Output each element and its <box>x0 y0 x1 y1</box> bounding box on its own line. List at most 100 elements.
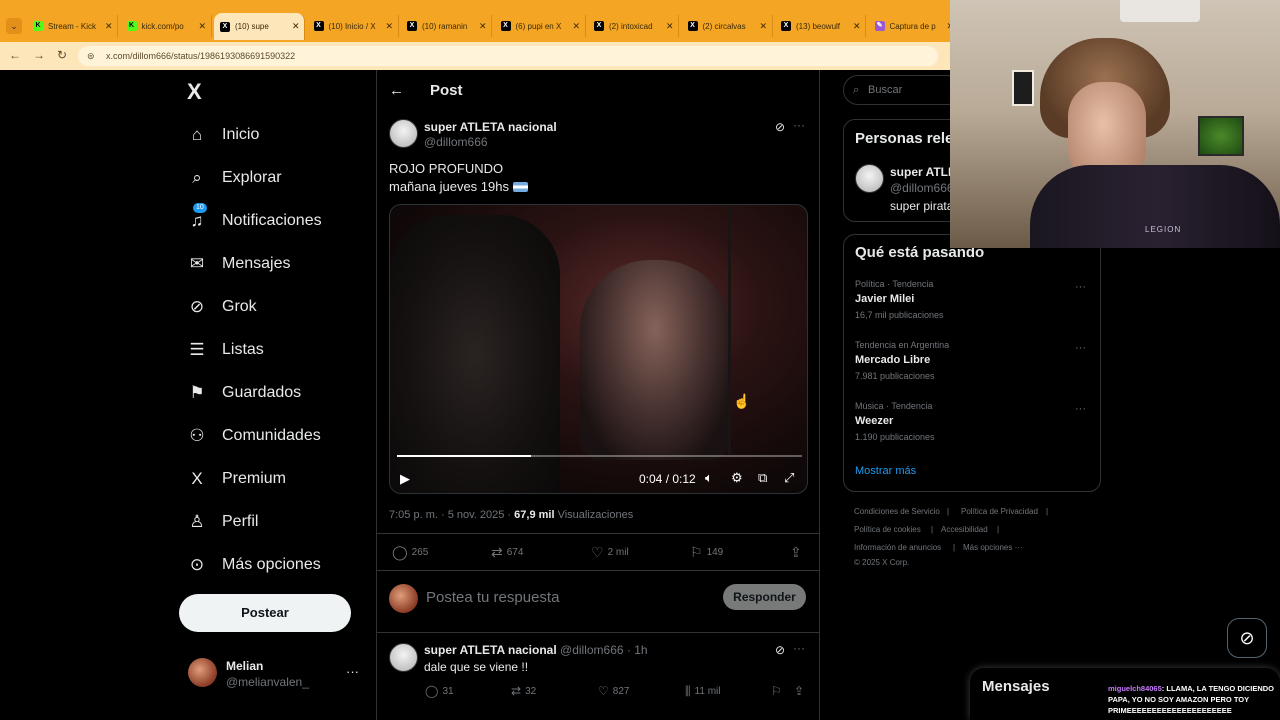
messages-drawer-title[interactable]: Mensajes <box>982 678 1050 695</box>
browser-tab[interactable]: X (10) supe ✕ <box>214 13 305 40</box>
fullscreen-icon[interactable]: ⤢ <box>784 470 794 486</box>
search-placeholder: Buscar <box>868 84 903 96</box>
grok-explain-icon[interactable]: ⊘ <box>775 120 785 134</box>
reply-input[interactable]: Postea tu respuesta <box>426 589 559 606</box>
grok-explain-icon[interactable]: ⊘ <box>775 643 785 657</box>
footer-accessibility-link[interactable]: Accesibilidad <box>941 525 988 534</box>
account-switcher[interactable]: Melian @melianvalen_ ··· <box>188 658 368 690</box>
x-favicon-icon: X <box>781 21 791 31</box>
nav-item-mas-opciones[interactable]: ⊙ Más opciones <box>187 550 321 580</box>
trend-name[interactable]: Weezer <box>855 415 893 427</box>
like-action[interactable]: ♡ 2 mil <box>591 544 629 561</box>
browser-tab[interactable]: X (10) Inicio / X ✕ <box>308 15 399 37</box>
reply-share-action[interactable]: ⇪ <box>794 684 804 698</box>
nav-item-label: Notificaciones <box>222 212 322 229</box>
nav-item-notificaciones[interactable]: ♫ 10 Notificaciones <box>187 203 322 236</box>
browser-tab[interactable]: X (2) intoxicad ✕ <box>588 15 679 37</box>
reply-bookmark-action[interactable]: ⚐ <box>771 684 782 698</box>
trend-more-icon[interactable]: ··· <box>1075 403 1086 415</box>
suggested-name[interactable]: super ATLE <box>890 165 956 179</box>
x-logo-icon[interactable]: X <box>187 79 202 105</box>
nav-item-comunidades[interactable]: ⚇ Comunidades <box>187 421 320 451</box>
divider <box>377 533 819 534</box>
back-icon[interactable]: ← <box>9 48 21 62</box>
more-icon[interactable]: ··· <box>346 664 359 679</box>
close-tab-icon[interactable]: ✕ <box>386 21 394 32</box>
author-name[interactable]: super ATLETA nacional <box>424 120 557 134</box>
site-info-icon[interactable]: ⊜ <box>87 46 95 66</box>
play-icon[interactable]: ▶ <box>400 471 410 487</box>
reply-button[interactable]: Responder <box>723 584 806 610</box>
video-frame-figure <box>390 215 560 493</box>
footer-ads-link[interactable]: Información de anuncios <box>854 543 941 552</box>
settings-icon[interactable]: ⚙ <box>731 470 743 486</box>
nav-item-guardados[interactable]: ⚑ Guardados <box>187 378 301 408</box>
repost-action[interactable]: ⇄ 674 <box>491 544 523 561</box>
trend-more-icon[interactable]: ··· <box>1075 342 1086 354</box>
nav-item-premium[interactable]: X Premium <box>187 464 286 494</box>
footer-cookies-link[interactable]: Política de cookies <box>854 525 921 534</box>
communities-icon: ⚇ <box>189 426 205 445</box>
picture-in-picture-icon[interactable]: ⧉ <box>758 470 767 486</box>
browser-tab[interactable]: Kkick.com/po ✕ <box>121 15 212 37</box>
post-timestamp[interactable]: 7:05 p. m. · 5 nov. 2025 · <box>389 509 514 521</box>
browser-tab[interactable]: X (2) circalvas ✕ <box>682 15 773 37</box>
trend-more-icon[interactable]: ··· <box>1075 281 1086 293</box>
close-tab-icon[interactable]: ✕ <box>853 21 861 32</box>
reply-reply-action[interactable]: ◯ 31 <box>425 684 454 698</box>
nav-item-inicio[interactable]: ⌂ Inicio <box>187 120 260 150</box>
post-text-line-1: ROJO PROFUNDO <box>389 161 504 176</box>
url-field[interactable]: ⊜ x.com/dillom666/status/198619308669159… <box>78 46 938 66</box>
reply-author[interactable]: super ATLETA nacional @dillom666 · 1h <box>424 643 648 657</box>
reply-repost-action[interactable]: ⇄ 32 <box>511 684 536 698</box>
suggested-avatar[interactable] <box>855 164 884 193</box>
video-player[interactable]: ☝ ▶ 0:04 / 0:12 🔈︎ ⚙ ⧉ ⤢ <box>389 204 808 494</box>
share-action[interactable]: ⇪ <box>790 544 802 561</box>
reply-action[interactable]: ◯ 265 <box>392 544 428 561</box>
reply-author-name: super ATLETA nacional <box>424 643 557 657</box>
reply-like-action[interactable]: ♡ 827 <box>598 684 629 698</box>
nav-item-listas[interactable]: ☰ Listas <box>187 335 263 365</box>
browser-tab[interactable]: X (10) ramanin ✕ <box>401 15 492 37</box>
video-progress-bar[interactable] <box>397 455 802 457</box>
nav-item-mensajes[interactable]: ✉ Mensajes <box>187 249 291 279</box>
back-arrow-icon[interactable]: ← <box>389 82 404 99</box>
divider <box>377 570 819 571</box>
close-tab-icon[interactable]: ✕ <box>666 21 674 32</box>
webcam-overlay: LEGION <box>950 0 1280 248</box>
tab-list-button[interactable]: ⌄ <box>6 18 22 34</box>
reply-more-icon[interactable]: ··· <box>793 641 805 655</box>
nav-item-explorar[interactable]: ⌕ Explorar <box>187 163 281 193</box>
browser-tab[interactable]: ✎Captura de p✕ <box>869 15 960 37</box>
volume-icon[interactable]: 🔈︎ <box>705 470 713 486</box>
browser-tab[interactable]: X (6) pupi en X ✕ <box>495 15 586 37</box>
grok-fab-icon[interactable]: ⊘ <box>1227 618 1267 658</box>
footer-more-link[interactable]: Más opciones ··· <box>963 543 1023 552</box>
close-tab-icon[interactable]: ✕ <box>292 21 300 32</box>
webcam-air-conditioner <box>1120 0 1200 22</box>
post-more-icon[interactable]: ··· <box>793 118 805 132</box>
close-tab-icon[interactable]: ✕ <box>199 21 207 32</box>
nav-item-perfil[interactable]: ♙ Perfil <box>187 507 258 537</box>
footer-privacy-link[interactable]: Política de Privacidad <box>961 507 1038 516</box>
close-tab-icon[interactable]: ✕ <box>760 21 768 32</box>
close-tab-icon[interactable]: ✕ <box>479 21 487 32</box>
trend-name[interactable]: Mercado Libre <box>855 354 930 366</box>
trend-name[interactable]: Javier Milei <box>855 293 914 305</box>
show-more-link[interactable]: Mostrar más <box>855 465 916 477</box>
reply-author-avatar[interactable] <box>389 643 418 672</box>
footer-terms-link[interactable]: Condiciones de Servicio <box>854 507 940 516</box>
browser-tab[interactable]: K Stream - Kick ✕ <box>27 15 118 37</box>
close-tab-icon[interactable]: ✕ <box>573 21 581 32</box>
close-tab-icon[interactable]: ✕ <box>105 21 113 32</box>
browser-tab[interactable]: X (13) beowulf ✕ <box>775 15 866 37</box>
author-avatar[interactable] <box>389 119 418 148</box>
reload-icon[interactable]: ↻ <box>57 48 67 62</box>
reply-views-action[interactable]: ⫼ 11 mil <box>685 684 720 699</box>
search-input[interactable]: ⌕ Buscar <box>843 75 963 105</box>
author-handle[interactable]: @dillom666 <box>424 135 488 149</box>
bookmark-action[interactable]: ⚐ 149 <box>690 544 723 561</box>
nav-item-grok[interactable]: ⊘ Grok <box>187 292 257 322</box>
forward-icon[interactable]: → <box>33 48 45 62</box>
post-button[interactable]: Postear <box>179 594 351 632</box>
